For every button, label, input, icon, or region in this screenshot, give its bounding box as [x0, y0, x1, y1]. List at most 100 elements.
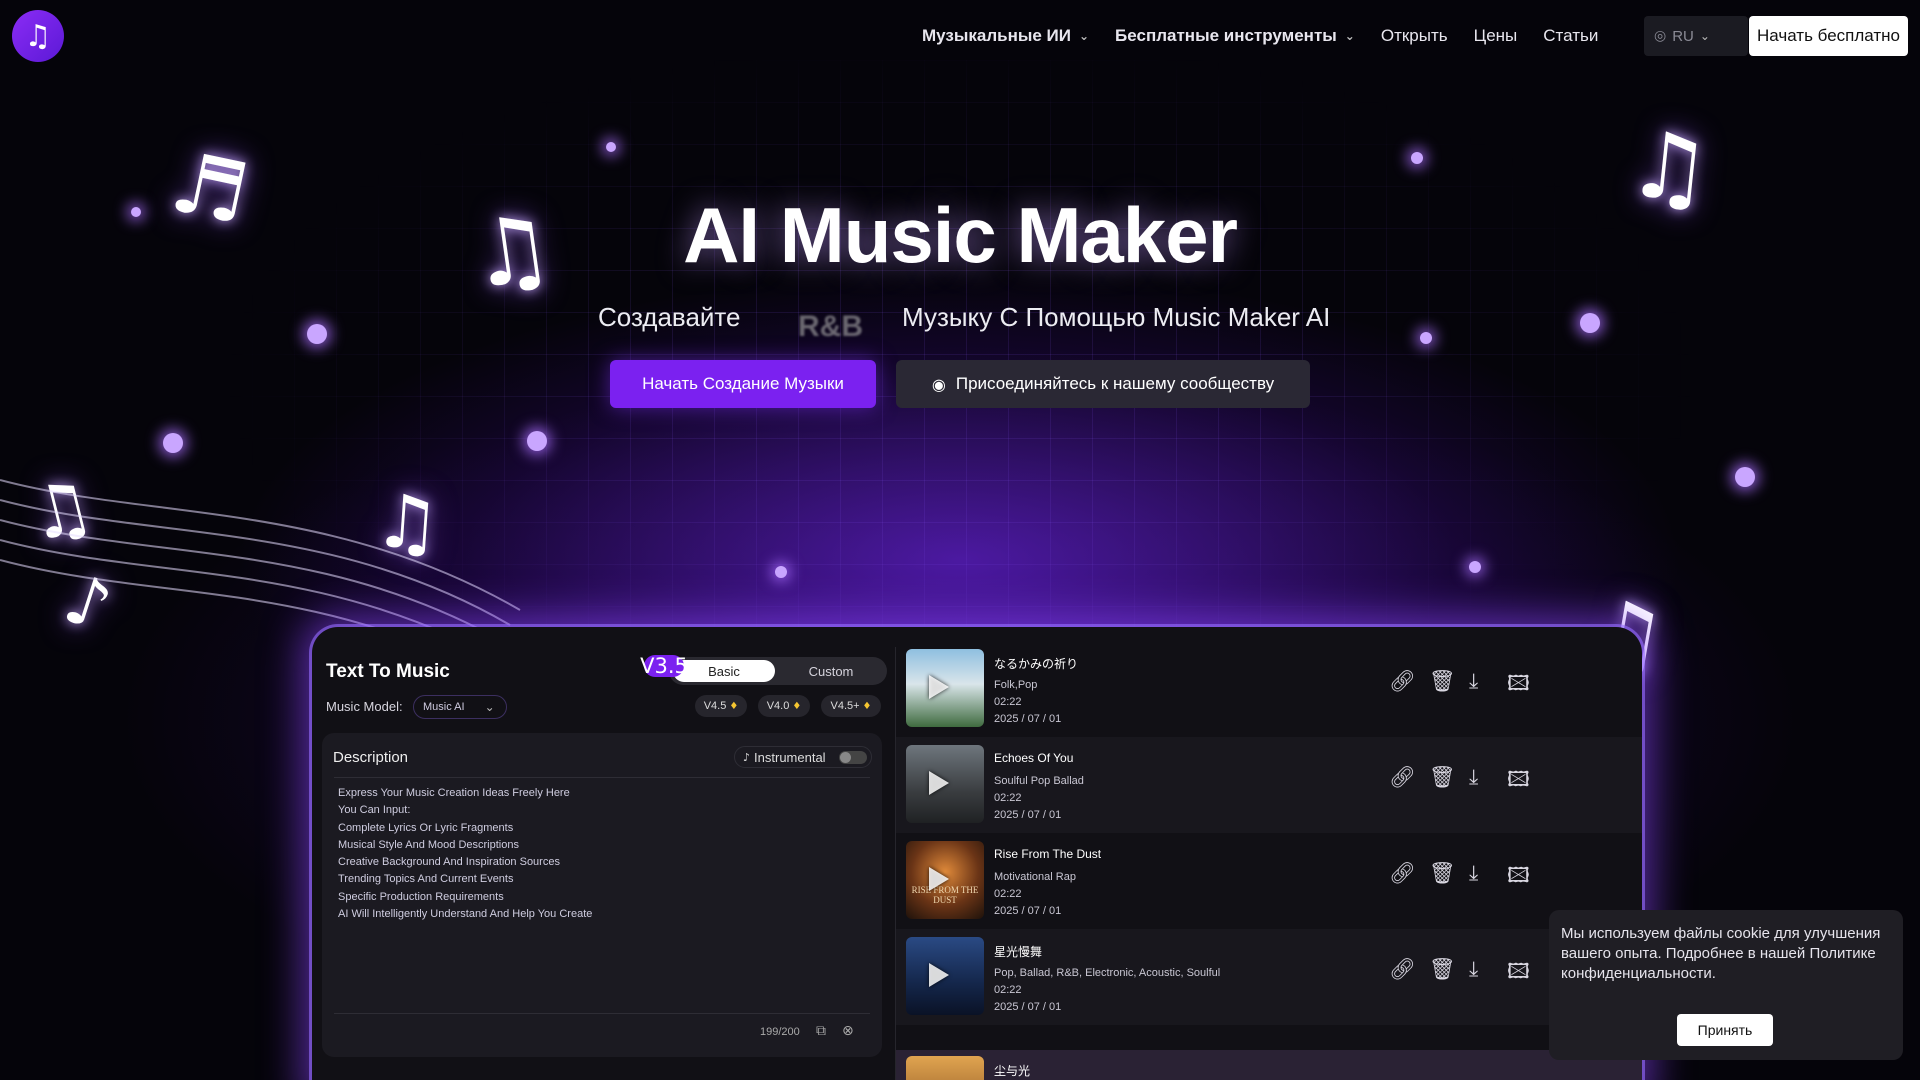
- toggle-switch[interactable]: [839, 751, 867, 764]
- mode-switch: Basic Custom: [669, 657, 887, 685]
- version-v40[interactable]: V4.0 ♦: [758, 695, 810, 717]
- link-icon[interactable]: 🔗︎: [1389, 669, 1416, 694]
- chevron-down-icon: ⌄: [1699, 29, 1710, 43]
- nav-discover[interactable]: Открыть: [1381, 26, 1448, 46]
- description-box: Description ♪ Instrumental Express Your …: [322, 733, 882, 1057]
- tab-custom[interactable]: Custom: [779, 660, 883, 682]
- download-icon[interactable]: ⤓: [1469, 957, 1478, 982]
- song-title: 星光慢舞: [994, 945, 1043, 959]
- song-duration: 02:22: [994, 792, 1022, 804]
- start-free-button[interactable]: Начать бесплатно: [1749, 16, 1908, 56]
- description-label: Description: [333, 749, 409, 766]
- version-v35[interactable]: V3.5: [640, 654, 688, 678]
- version-v45plus[interactable]: V4.5+ ♦: [821, 695, 881, 717]
- song-row[interactable]: 星光慢舞 Pop, Ballad, R&B, Electronic, Acous…: [896, 929, 1642, 1025]
- tab-basic[interactable]: Basic: [673, 660, 775, 682]
- song-duration: 02:22: [994, 696, 1022, 708]
- song-row[interactable]: Echoes Of You Soulful Pop Ballad 02:22 2…: [896, 737, 1642, 833]
- model-select[interactable]: Music AI ⌄: [413, 695, 507, 719]
- discord-icon: ◉: [931, 374, 946, 394]
- song-genre: Folk,Pop: [994, 679, 1038, 691]
- play-icon[interactable]: [929, 675, 949, 699]
- song-genre: Pop, Ballad, R&B, Electronic, Acoustic, …: [994, 967, 1221, 979]
- play-icon[interactable]: [929, 771, 949, 795]
- start-creating-button[interactable]: Начать Создание Музыки: [610, 360, 876, 408]
- language-selector[interactable]: ◎ RU ⌄: [1644, 16, 1748, 56]
- description-input[interactable]: Express Your Music Creation Ideas Freely…: [334, 779, 870, 1014]
- delete-icon[interactable]: 🗑︎: [1429, 861, 1456, 886]
- placeholder-line: Complete Lyrics Or Lyric Fragments: [338, 821, 514, 834]
- song-title: なるかみの祈り: [994, 657, 1079, 671]
- accept-cookies-button[interactable]: Принять: [1677, 1014, 1773, 1046]
- placeholder-line: You Can Input:: [338, 804, 411, 817]
- main-nav: Музыкальные ИИ ⌄ Бесплатные инструменты ⌄ …: [922, 0, 1624, 72]
- instrumental-label: Instrumental: [754, 749, 826, 765]
- version-label: V4.5+: [830, 700, 860, 712]
- download-icon[interactable]: ⤓: [1469, 669, 1478, 694]
- glow-dot: [606, 142, 616, 152]
- song-date: 2025 / 07 / 01: [994, 905, 1062, 917]
- song-row[interactable]: RISE FROM THE DUST Rise From The Dust Mo…: [896, 833, 1642, 929]
- link-icon[interactable]: 🔗︎: [1389, 861, 1416, 886]
- glow-dot: [1411, 152, 1423, 164]
- join-community-button[interactable]: ◉ Присоединяйтесь к нашему сообществу: [896, 360, 1310, 408]
- song-date: 2025 / 07 / 01: [994, 1001, 1062, 1013]
- song-duration: 02:22: [994, 888, 1022, 900]
- song-date: 2025 / 07 / 01: [994, 713, 1062, 725]
- chevron-down-icon: ⌄: [1078, 29, 1090, 43]
- play-icon[interactable]: [929, 963, 949, 987]
- nav-label: Бесплатные инструменты: [1115, 26, 1337, 45]
- gem-icon: ♦: [729, 700, 739, 712]
- text-to-music-form: Text To Music Basic Custom Music Model: …: [312, 627, 892, 1080]
- glow-dot: [1469, 561, 1481, 573]
- song-row[interactable]: 尘与光: [896, 1050, 1642, 1080]
- gem-icon: ♦: [862, 700, 872, 712]
- nav-pricing[interactable]: Цены: [1474, 26, 1518, 46]
- globe-icon: ◎: [1654, 28, 1667, 44]
- glow-dot: [307, 324, 327, 344]
- play-icon[interactable]: [929, 867, 949, 891]
- hero-title: AI Music Maker: [683, 191, 1238, 279]
- placeholder-line: Specific Production Requirements: [338, 890, 504, 903]
- top-navbar: ♫ Музыкальные ИИ ⌄ Бесплатные инструменты…: [0, 0, 1920, 72]
- link-icon[interactable]: 🔗︎: [1389, 957, 1416, 982]
- copy-icon[interactable]: ⧉: [816, 1023, 826, 1039]
- save-image-icon[interactable]: 🖾︎: [1507, 669, 1530, 704]
- delete-icon[interactable]: 🗑︎: [1429, 957, 1456, 982]
- song-genre: Soulful Pop Ballad: [994, 775, 1084, 787]
- glow-dot: [163, 433, 183, 453]
- version-label: V3.5: [640, 654, 688, 678]
- song-row[interactable]: なるかみの祈り Folk,Pop 02:22 2025 / 07 / 01 🔗︎…: [896, 641, 1642, 737]
- hero-subtitle-right: Музыку С Помощью Music Maker AI: [902, 302, 1331, 332]
- save-image-icon[interactable]: 🖾︎: [1507, 957, 1530, 992]
- placeholder-line: AI Will Intelligently Understand And Hel…: [338, 908, 593, 921]
- nav-music-ai[interactable]: Музыкальные ИИ ⌄: [922, 26, 1089, 46]
- delete-icon[interactable]: 🗑︎: [1429, 669, 1456, 694]
- save-image-icon[interactable]: 🖾︎: [1507, 861, 1530, 896]
- rotating-genre-word: R&B: [798, 310, 863, 343]
- rotating-word-ghost: [765, 274, 771, 300]
- gem-icon: ♦: [792, 700, 802, 712]
- song-duration: 02:22: [994, 984, 1022, 996]
- version-label: V4.0: [766, 700, 790, 712]
- link-icon[interactable]: 🔗︎: [1389, 765, 1416, 790]
- glow-dot: [775, 566, 787, 578]
- delete-icon[interactable]: 🗑︎: [1429, 765, 1456, 790]
- char-counter: 199/200: [760, 1026, 800, 1038]
- language-code: RU: [1672, 27, 1694, 45]
- nav-label: Цены: [1473, 26, 1518, 45]
- glow-dot: [527, 431, 547, 451]
- logo[interactable]: ♫: [12, 10, 64, 62]
- nav-free-tools[interactable]: Бесплатные инструменты ⌄: [1115, 26, 1355, 46]
- download-icon[interactable]: ⤓: [1469, 765, 1478, 790]
- version-label: V4.5: [703, 700, 727, 712]
- song-list: なるかみの祈り Folk,Pop 02:22 2025 / 07 / 01 🔗︎…: [896, 627, 1642, 1080]
- cookie-text: Мы используем файлы cookie для улучшения…: [1561, 925, 1881, 982]
- clear-icon[interactable]: ⊗: [842, 1023, 854, 1039]
- instrumental-toggle[interactable]: ♪ Instrumental: [734, 746, 872, 768]
- download-icon[interactable]: ⤓: [1469, 861, 1478, 886]
- version-v45[interactable]: V4.5 ♦: [695, 695, 747, 717]
- nav-articles[interactable]: Статьи: [1543, 26, 1598, 46]
- save-image-icon[interactable]: 🖾︎: [1507, 765, 1530, 800]
- model-value: Music AI: [423, 701, 465, 713]
